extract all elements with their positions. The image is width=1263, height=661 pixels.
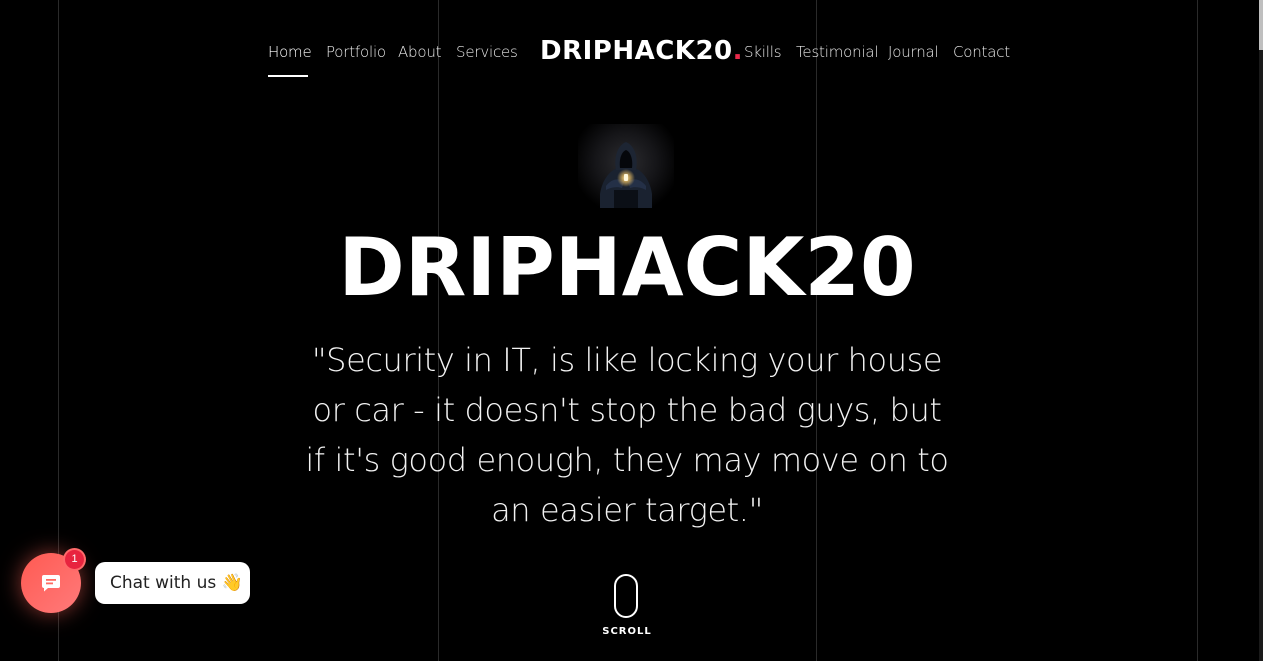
nav-link-home[interactable]: Home: [268, 43, 312, 61]
nav-link-skills[interactable]: Skills: [744, 43, 782, 61]
chat-notification-badge: 1: [65, 550, 84, 569]
chat-prompt-bubble[interactable]: Chat with us 👋: [95, 562, 250, 604]
brand-text: DRIPHACK20: [540, 36, 733, 66]
nav-link-testimonial[interactable]: Testimonial: [796, 43, 879, 61]
chat-prompt-text: Chat with us: [110, 573, 217, 593]
brand-logo[interactable]: DRIPHACK20.: [540, 36, 743, 66]
hero-title: DRIPHACK20: [338, 221, 916, 314]
brand-dot: .: [732, 36, 744, 66]
hooded-hacker-image: [578, 124, 674, 208]
nav-link-portfolio[interactable]: Portfolio: [326, 43, 386, 61]
hero-quote: "Security in IT, is like locking your ho…: [305, 341, 949, 529]
page: Home Portfolio About Services DRIPHACK20…: [0, 0, 1263, 661]
waving-hand-icon: 👋: [221, 573, 243, 593]
grid-line: [1197, 0, 1198, 661]
nav-active-underline: [268, 75, 308, 77]
grid-line: [816, 0, 817, 661]
nav-link-about[interactable]: About: [398, 43, 442, 61]
page-scrollbar[interactable]: [1259, 0, 1263, 661]
nav-link-contact[interactable]: Contact: [953, 43, 1010, 61]
scroll-label[interactable]: SCROLL: [594, 626, 660, 637]
scrollbar-thumb[interactable]: [1259, 0, 1263, 50]
scroll-mouse-icon[interactable]: [614, 574, 638, 618]
hacker-silhouette-icon: [600, 142, 652, 208]
chat-bubble-icon: [42, 575, 60, 592]
nav-link-journal[interactable]: Journal: [888, 43, 939, 61]
grid-line: [438, 0, 439, 661]
nav-link-services[interactable]: Services: [456, 43, 518, 61]
